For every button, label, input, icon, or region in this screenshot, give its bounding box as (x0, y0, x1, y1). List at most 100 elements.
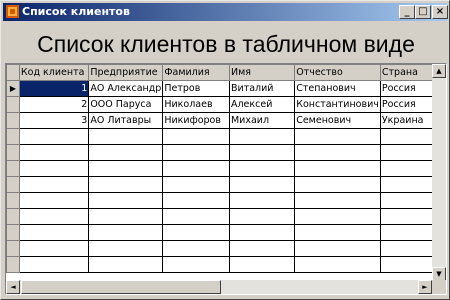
table-cell[interactable] (18, 176, 90, 193)
table-cell[interactable] (18, 256, 90, 273)
table-cell[interactable] (228, 176, 296, 193)
table-cell[interactable] (18, 144, 90, 161)
table-cell[interactable]: ООО Паруса (88, 96, 164, 113)
table-cell[interactable] (228, 160, 296, 177)
table-cell[interactable] (88, 192, 164, 209)
table-cell[interactable] (18, 224, 90, 241)
table-cell[interactable] (294, 144, 381, 161)
table-cell[interactable]: Николаев (162, 96, 230, 113)
table-cell[interactable]: Виталий (228, 80, 296, 97)
table-cell[interactable] (88, 224, 164, 241)
table-cell[interactable]: Семенович (294, 112, 381, 129)
column-header[interactable]: Предприятие (88, 64, 164, 81)
horizontal-scroll-thumb[interactable] (21, 280, 221, 294)
row-indicator[interactable] (6, 144, 20, 161)
empty-row[interactable] (6, 224, 446, 241)
table-cell[interactable] (294, 176, 381, 193)
table-cell[interactable]: 2 (18, 96, 90, 113)
table-cell[interactable] (162, 256, 230, 273)
table-cell[interactable]: Алексей (228, 96, 296, 113)
table-cell[interactable]: АО Литавры (88, 112, 164, 129)
table-cell[interactable]: Петров (162, 80, 230, 97)
maximize-button[interactable]: □ (415, 5, 431, 19)
table-cell[interactable] (294, 224, 381, 241)
row-indicator[interactable] (6, 256, 20, 273)
horizontal-scrollbar[interactable]: ◄ ► (6, 280, 432, 294)
scroll-left-button[interactable]: ◄ (6, 280, 20, 294)
table-cell[interactable] (228, 224, 296, 241)
empty-row[interactable] (6, 128, 446, 145)
row-indicator[interactable] (6, 192, 20, 209)
empty-row[interactable] (6, 144, 446, 161)
table-cell[interactable]: Степанович (294, 80, 381, 97)
table-cell[interactable] (162, 192, 230, 209)
table-cell[interactable] (294, 240, 381, 257)
scroll-right-button[interactable]: ► (418, 280, 432, 294)
table-cell[interactable] (228, 128, 296, 145)
table-cell[interactable] (294, 160, 381, 177)
table-cell[interactable] (162, 176, 230, 193)
table-cell[interactable]: 1 (18, 80, 90, 97)
empty-row[interactable] (6, 256, 446, 273)
table-cell[interactable] (18, 160, 90, 177)
table-cell[interactable] (162, 208, 230, 225)
table-cell[interactable] (88, 160, 164, 177)
table-cell[interactable]: АО Александр (88, 80, 164, 97)
table-cell[interactable] (88, 240, 164, 257)
table-cell[interactable] (294, 192, 381, 209)
column-header[interactable]: Фамилия (162, 64, 230, 81)
table-cell[interactable] (18, 192, 90, 209)
table-cell[interactable] (88, 176, 164, 193)
vertical-scrollbar[interactable]: ▲ ▼ (432, 64, 446, 281)
table-cell[interactable]: Никифоров (162, 112, 230, 129)
empty-row[interactable] (6, 208, 446, 225)
column-header[interactable]: Отчество (294, 64, 381, 81)
table-cell[interactable]: Михаил (228, 112, 296, 129)
table-cell[interactable] (162, 160, 230, 177)
table-cell[interactable] (88, 144, 164, 161)
title-bar[interactable]: Список клиентов _ □ × (3, 3, 448, 21)
empty-row[interactable] (6, 160, 446, 177)
table-cell[interactable] (88, 208, 164, 225)
row-indicator[interactable] (6, 96, 20, 113)
empty-row[interactable] (6, 176, 446, 193)
table-cell[interactable] (88, 128, 164, 145)
table-cell[interactable] (294, 128, 381, 145)
table-row[interactable]: 2 ООО Паруса Николаев Алексей Константинович… (6, 96, 446, 113)
table-cell[interactable] (162, 224, 230, 241)
empty-row[interactable] (6, 192, 446, 209)
row-indicator[interactable] (6, 240, 20, 257)
empty-row[interactable] (6, 240, 446, 257)
table-cell[interactable] (162, 240, 230, 257)
close-button[interactable]: × (432, 5, 448, 19)
table-cell[interactable] (162, 144, 230, 161)
clients-grid[interactable]: Код клиента Предприятие Фамилия Имя Отче… (5, 63, 447, 295)
scroll-up-button[interactable]: ▲ (432, 64, 446, 78)
table-cell[interactable]: Константинович (294, 96, 381, 113)
row-indicator[interactable] (6, 112, 20, 129)
table-cell[interactable] (228, 192, 296, 209)
row-indicator[interactable] (6, 208, 20, 225)
table-cell[interactable] (294, 256, 381, 273)
table-cell[interactable] (18, 128, 90, 145)
table-cell[interactable] (294, 208, 381, 225)
table-cell[interactable] (18, 240, 90, 257)
table-cell[interactable] (228, 240, 296, 257)
table-cell[interactable] (162, 128, 230, 145)
table-cell[interactable] (228, 256, 296, 273)
table-row[interactable]: 3 АО Литавры Никифоров Михаил Семенович Украи… (6, 112, 446, 129)
minimize-button[interactable]: _ (399, 5, 415, 19)
column-header[interactable]: Имя (228, 64, 296, 81)
table-cell[interactable] (18, 208, 90, 225)
table-row[interactable]: ▶ 1 АО Александр Петров Виталий Степанович Рос… (6, 80, 446, 97)
scroll-down-button[interactable]: ▼ (432, 267, 446, 281)
row-indicator[interactable] (6, 176, 20, 193)
table-cell[interactable]: 3 (18, 112, 90, 129)
table-cell[interactable] (88, 256, 164, 273)
row-indicator[interactable] (6, 160, 20, 177)
table-cell[interactable] (228, 144, 296, 161)
row-indicator[interactable] (6, 128, 20, 145)
column-header[interactable]: Код клиента (18, 64, 90, 81)
table-cell[interactable] (228, 208, 296, 225)
row-indicator[interactable] (6, 224, 20, 241)
